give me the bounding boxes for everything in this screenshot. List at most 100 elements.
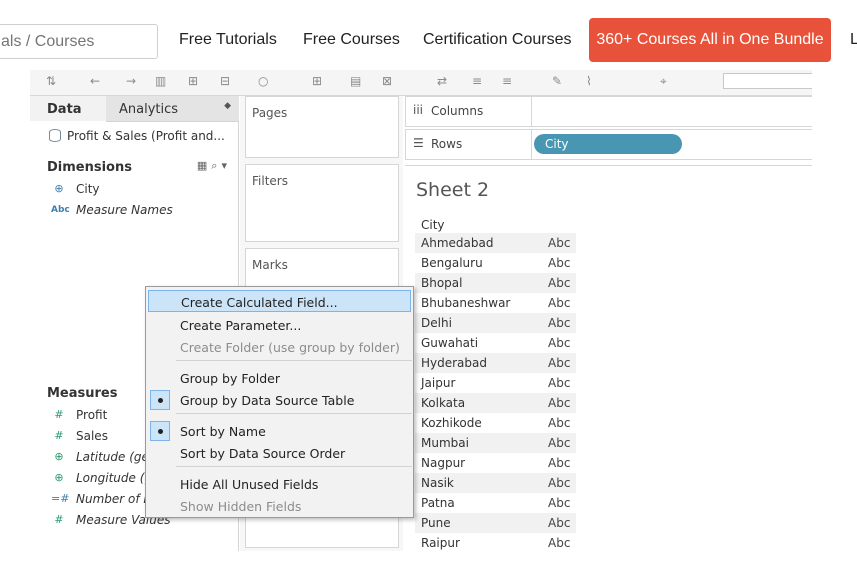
columns-shelf-label: iii Columns <box>406 97 532 126</box>
field-name: City <box>76 182 100 196</box>
columns-label: Columns <box>431 104 484 118</box>
search-icon[interactable]: ⌕ <box>211 159 221 172</box>
table-row[interactable]: Raipur Abc <box>415 533 576 551</box>
filters-card[interactable]: Filters <box>245 164 399 242</box>
city-pill[interactable]: City <box>534 134 682 154</box>
hash-icon: # <box>54 429 64 442</box>
toolbar-refresh-icon[interactable]: ○ <box>258 74 268 88</box>
menu-item-sort-by-name[interactable]: Sort by Name <box>148 420 411 442</box>
value-cell: Abc <box>548 276 571 290</box>
field-name: Sales <box>76 429 108 443</box>
globe-icon: ⊕ <box>54 471 64 484</box>
site-search-box[interactable] <box>0 24 158 59</box>
field-name: Number of R <box>76 492 152 506</box>
site-search-input[interactable] <box>0 25 157 58</box>
menu-separator <box>176 466 412 467</box>
rows-label: Rows <box>431 137 463 151</box>
toolbar-duplicate-icon[interactable]: ▤ <box>350 74 361 88</box>
toolbar-swap-axes-icon[interactable]: ⇄ <box>437 74 447 88</box>
field-name: Profit <box>76 408 108 422</box>
table-row[interactable]: Mumbai Abc <box>415 433 576 453</box>
table-row[interactable]: Patna Abc <box>415 493 576 513</box>
nav-link-certification-courses[interactable]: Certification Courses <box>423 31 572 49</box>
city-cell: Bhubaneshwar <box>421 296 511 310</box>
table-row[interactable]: Hyderabad Abc <box>415 353 576 373</box>
toolbar-sort-desc-icon[interactable]: ≡ <box>502 74 512 88</box>
menu-item-group-by-data-source-table[interactable]: Group by Data Source Table <box>148 389 411 411</box>
pages-card[interactable]: Pages <box>245 96 399 158</box>
table-row[interactable]: Nagpur Abc <box>415 453 576 473</box>
city-cell: Ahmedabad <box>421 236 494 250</box>
field-city[interactable]: ⊕ City <box>30 179 239 200</box>
value-cell: Abc <box>548 436 571 450</box>
dimensions-title: Dimensions <box>47 160 132 175</box>
field-measure-names[interactable]: Abc Measure Names <box>30 200 239 221</box>
city-cell: Nagpur <box>421 456 466 470</box>
table-row[interactable]: Guwahati Abc <box>415 333 576 353</box>
table-row[interactable]: Kolkata Abc <box>415 393 576 413</box>
site-navigation: Free Tutorials Free Courses Certificatio… <box>0 0 857 80</box>
toolbar-redo-icon[interactable]: → <box>126 74 136 88</box>
value-cell: Abc <box>548 396 571 410</box>
tab-data[interactable]: Data <box>30 96 106 122</box>
menu-item-label: Group by Folder <box>180 371 280 386</box>
columns-shelf[interactable]: iii Columns <box>405 96 812 127</box>
toolbar-sort-asc-icon[interactable]: ≡ <box>472 74 482 88</box>
field-name: Measure Names <box>76 203 173 217</box>
table-row[interactable]: Delhi Abc <box>415 313 576 333</box>
menu-item-create-folder: Create Folder (use group by folder) <box>148 336 411 358</box>
sheet-title[interactable]: Sheet 2 <box>416 179 489 201</box>
toolbar-add-sheet-icon[interactable]: ⊞ <box>188 74 198 88</box>
city-cell: Raipur <box>421 536 460 550</box>
menu-separator <box>176 413 412 414</box>
toolbar-clip-icon[interactable]: ⌇ <box>586 74 592 88</box>
table-row[interactable]: Pune Abc <box>415 513 576 533</box>
nav-link-free-tutorials[interactable]: Free Tutorials <box>179 31 277 49</box>
value-cell: Abc <box>548 456 571 470</box>
menu-item-sort-by-data-source-order[interactable]: Sort by Data Source Order <box>148 442 411 464</box>
value-cell: Abc <box>548 496 571 510</box>
table-row[interactable]: Bengaluru Abc <box>415 253 576 273</box>
table-row[interactable]: Nasik Abc <box>415 473 576 493</box>
toolbar-swap-icon[interactable]: ⇅ <box>46 74 56 88</box>
city-cell: Jaipur <box>421 376 456 390</box>
city-cell: Patna <box>421 496 455 510</box>
menu-item-label: Group by Data Source Table <box>180 393 355 408</box>
menu-item-hide-all-unused-fields[interactable]: Hide All Unused Fields <box>148 473 411 495</box>
toolbar-chart-icon[interactable]: ▥ <box>155 74 166 88</box>
rows-shelf[interactable]: ☰ Rows City <box>405 129 812 160</box>
toolbar-view-dropdown[interactable] <box>723 73 812 89</box>
table-row[interactable]: Bhopal Abc <box>415 273 576 293</box>
pages-card-title: Pages <box>252 106 288 120</box>
menu-item-label: Sort by Data Source Order <box>180 446 346 461</box>
menu-item-create-calculated-field[interactable]: Create Calculated Field... <box>148 290 411 312</box>
radio-selected-icon <box>150 421 170 441</box>
table-row[interactable]: Bhubaneshwar Abc <box>415 293 576 313</box>
toolbar-pin-icon[interactable]: ⌖ <box>660 74 667 89</box>
abc-icon: Abc <box>51 205 70 215</box>
nav-link-free-courses[interactable]: Free Courses <box>303 31 400 49</box>
toolbar-highlight-icon[interactable]: ✎ <box>552 74 562 88</box>
city-cell: Kozhikode <box>421 416 482 430</box>
toolbar-new-sheet-icon[interactable]: ⊞ <box>312 74 322 88</box>
table-row[interactable]: Jaipur Abc <box>415 373 576 393</box>
toolbar-clear-sheet-icon[interactable]: ⊠ <box>382 74 392 88</box>
dropdown-arrow-icon[interactable]: ▾ <box>221 159 231 172</box>
toolbar-clear-icon[interactable]: ⊟ <box>220 74 230 88</box>
city-cell: Mumbai <box>421 436 469 450</box>
rows-shelf-label: ☰ Rows <box>406 130 532 159</box>
menu-item-label: Create Parameter... <box>180 318 302 333</box>
menu-item-label: Create Folder (use group by folder) <box>180 340 400 355</box>
table-row[interactable]: Kozhikode Abc <box>415 413 576 433</box>
database-icon <box>49 129 61 142</box>
nav-link-cut-off[interactable]: L <box>850 31 857 49</box>
toolbar-undo-icon[interactable]: ← <box>90 74 100 88</box>
grid-view-icon[interactable]: ▦ <box>197 159 211 172</box>
tab-analytics[interactable]: Analytics ◆ <box>106 96 239 122</box>
table-row[interactable]: Ahmedabad Abc <box>415 233 576 253</box>
datasource-item[interactable]: Profit & Sales (Profit and... <box>30 123 239 149</box>
bundle-button[interactable]: 360+ Courses All in One Bundle <box>589 18 831 62</box>
menu-item-create-parameter[interactable]: Create Parameter... <box>148 314 411 336</box>
menu-item-group-by-folder[interactable]: Group by Folder <box>148 367 411 389</box>
value-cell: Abc <box>548 516 571 530</box>
